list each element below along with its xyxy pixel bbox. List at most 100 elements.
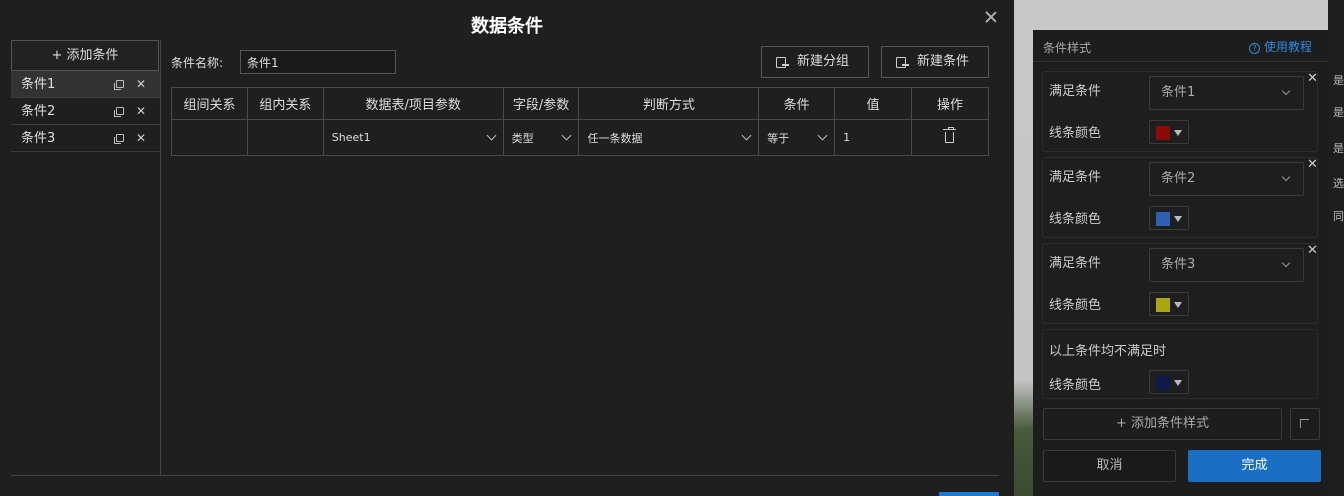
condition-dropdown[interactable]: 条件1: [1149, 76, 1304, 110]
intra-group-cell: [246, 119, 324, 156]
line-color-label: 线条颜色: [1049, 126, 1102, 141]
fallback-label: 以上条件均不满足时: [1049, 344, 1167, 359]
side-strip-text: 是: [1333, 142, 1344, 155]
chevron-down-icon: [486, 130, 497, 141]
side-strip-text: 是: [1333, 106, 1344, 119]
new-group-button[interactable]: 新建分组: [761, 46, 869, 78]
new-condition-icon: [896, 57, 909, 68]
new-group-icon: [776, 57, 789, 68]
question-icon: ?: [1249, 43, 1260, 54]
field-select[interactable]: 类型: [502, 119, 580, 156]
chevron-down-icon: [1281, 258, 1291, 268]
brush-icon: [1300, 419, 1309, 428]
line-color-label: 线条颜色: [1049, 378, 1102, 393]
copy-icon[interactable]: [114, 134, 124, 144]
close-icon[interactable]: [984, 10, 998, 24]
delete-icon[interactable]: ✕: [136, 98, 146, 125]
table-header-row: 组间关系 组内关系 数据表/项目参数 字段/参数 判断方式 条件 值 操作: [171, 87, 989, 120]
field-value: 类型: [511, 131, 534, 145]
chevron-down-icon: [1281, 172, 1291, 182]
condition-dropdown[interactable]: 条件3: [1149, 248, 1304, 282]
condition-name-label: 条件名称:: [171, 56, 224, 70]
column-header: 条件: [758, 87, 836, 120]
close-icon[interactable]: ✕: [1307, 157, 1318, 172]
screen: 是 是 是 选 同 数据条件 + 添加条件 条件1 ✕ 条件2 ✕ 条件3 ✕: [0, 0, 1344, 496]
condition-item-label: 条件3: [21, 131, 56, 146]
add-condition-button[interactable]: + 添加条件: [11, 40, 159, 71]
delete-icon[interactable]: ✕: [136, 125, 146, 152]
footer-divider: [11, 475, 999, 476]
close-icon[interactable]: ✕: [1307, 71, 1318, 86]
trash-icon[interactable]: [943, 127, 957, 143]
line-color-label: 线条颜色: [1049, 212, 1102, 227]
condition-item-label: 条件2: [21, 104, 56, 119]
help-label: 使用教程: [1264, 40, 1313, 54]
style-card: 满足条件 条件1 ✕ 线条颜色: [1042, 71, 1318, 152]
table-param-select[interactable]: Sheet1: [322, 119, 504, 156]
color-swatch: [1156, 126, 1170, 140]
color-picker[interactable]: [1149, 120, 1189, 144]
condition-item[interactable]: 条件1 ✕: [11, 71, 160, 98]
style-card: 满足条件 条件3 ✕ 线条颜色: [1042, 243, 1318, 324]
delete-icon[interactable]: ✕: [136, 71, 146, 98]
close-icon[interactable]: ✕: [1307, 243, 1318, 258]
panel-divider: [1033, 61, 1328, 62]
panel-title: 条件样式: [1043, 41, 1092, 55]
chevron-down-icon: [562, 130, 572, 141]
condition-dropdown-value: 条件2: [1161, 171, 1196, 186]
footer-button-edge[interactable]: [939, 492, 999, 496]
modal-title: 数据条件: [471, 16, 543, 37]
fallback-card: 以上条件均不满足时 线条颜色: [1042, 329, 1318, 399]
judge-select[interactable]: 任一条数据: [578, 119, 760, 156]
add-condition-style-button[interactable]: + 添加条件样式: [1043, 408, 1282, 440]
table-row: Sheet1 类型 任一条数据 等于 1: [171, 119, 989, 156]
chevron-down-icon: [817, 130, 828, 141]
condition-item[interactable]: 条件2 ✕: [11, 98, 160, 125]
cancel-button[interactable]: 取消: [1043, 450, 1176, 482]
side-strip: 是 是 是 选 同: [1328, 0, 1344, 496]
satisfy-label: 满足条件: [1049, 84, 1102, 99]
satisfy-label: 满足条件: [1049, 256, 1102, 271]
color-picker[interactable]: [1149, 206, 1189, 230]
side-strip-text: 选: [1333, 177, 1344, 190]
condition-name-input[interactable]: [240, 50, 396, 74]
color-picker[interactable]: [1149, 292, 1189, 316]
new-condition-label: 新建条件: [917, 54, 970, 69]
table-param-value: Sheet1: [331, 131, 371, 144]
condition-select[interactable]: 等于: [758, 119, 836, 156]
chevron-down-icon: [1281, 86, 1291, 96]
caret-down-icon: [1174, 130, 1182, 136]
caret-down-icon: [1174, 380, 1182, 386]
condition-dropdown[interactable]: 条件2: [1149, 162, 1304, 196]
column-header: 组内关系: [246, 87, 324, 120]
value-text: 1: [843, 131, 851, 144]
condition-list-panel: + 添加条件 条件1 ✕ 条件2 ✕ 条件3 ✕: [11, 40, 161, 476]
condition-item[interactable]: 条件3 ✕: [11, 125, 160, 152]
side-strip-text: 同: [1333, 210, 1344, 223]
done-button[interactable]: 完成: [1188, 450, 1321, 482]
help-link[interactable]: ? 使用教程: [1249, 38, 1312, 55]
column-header: 数据表/项目参数: [322, 87, 504, 120]
judge-value: 任一条数据: [587, 131, 643, 145]
new-condition-button[interactable]: 新建条件: [881, 46, 989, 78]
caret-down-icon: [1174, 302, 1182, 308]
column-header: 值: [834, 87, 913, 120]
condition-style-panel: 条件样式 ? 使用教程 满足条件 条件1 ✕ 线条颜色 满足条件 条件2 ✕ 线条…: [1033, 30, 1328, 496]
style-card: 满足条件 条件2 ✕ 线条颜色: [1042, 157, 1318, 238]
copy-icon[interactable]: [114, 107, 124, 117]
chevron-down-icon: [741, 130, 752, 141]
condition-dropdown-value: 条件3: [1161, 257, 1196, 272]
side-strip-text: 是: [1333, 74, 1344, 87]
column-header: 判断方式: [578, 87, 760, 120]
color-picker[interactable]: [1149, 370, 1189, 394]
satisfy-label: 满足条件: [1049, 170, 1102, 185]
inter-group-cell: [171, 119, 248, 156]
condition-dropdown-value: 条件1: [1161, 85, 1196, 100]
copy-icon[interactable]: [114, 80, 124, 90]
format-brush-button[interactable]: [1290, 408, 1320, 440]
column-header: 操作: [911, 87, 989, 120]
operation-cell: [911, 119, 989, 156]
value-input[interactable]: 1: [834, 119, 913, 156]
condition-value: 等于: [767, 131, 790, 145]
data-condition-modal: 数据条件 + 添加条件 条件1 ✕ 条件2 ✕ 条件3 ✕ 条件名称: 条件1 …: [0, 0, 1014, 496]
